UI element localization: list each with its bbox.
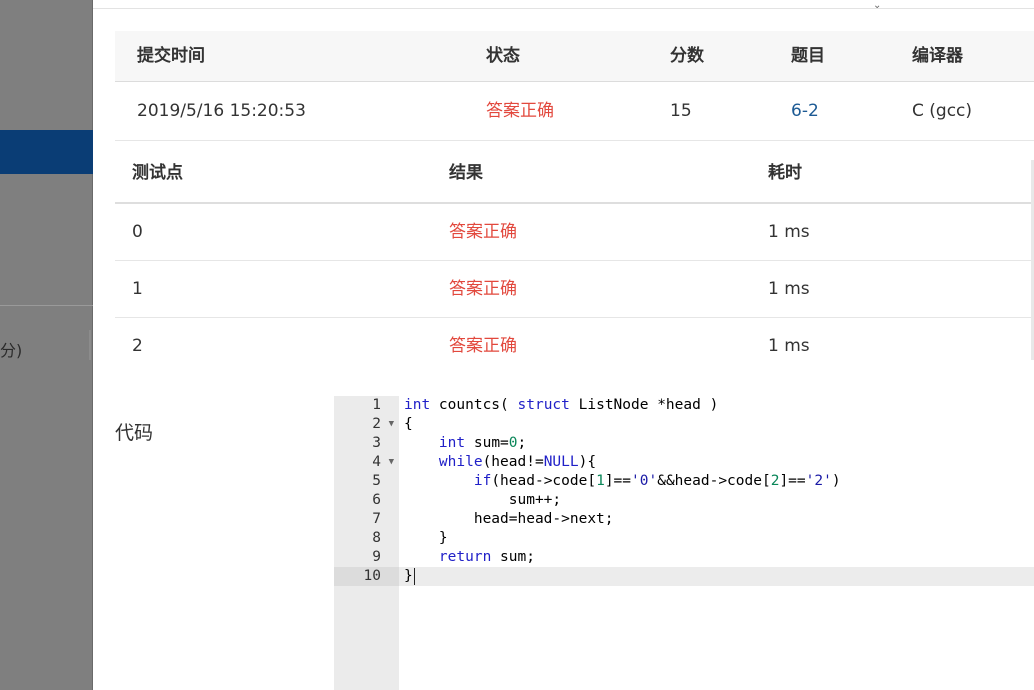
testcase-result: 答案正确 <box>449 222 517 242</box>
testcase-time: 1 ms <box>768 336 810 356</box>
submit-time: 2019/5/16 15:20:53 <box>137 101 306 121</box>
line-number: 5 <box>372 473 381 489</box>
testcase-time: 1 ms <box>768 279 810 299</box>
testcase-result: 答案正确 <box>449 279 517 299</box>
text-cursor <box>413 567 415 585</box>
header-time: 耗时 <box>768 163 802 183</box>
table-row: 2 答案正确 1 ms <box>115 318 1034 375</box>
sidebar-scroll-edge <box>89 330 91 360</box>
sidebar-active-item[interactable] <box>0 130 93 174</box>
line-number: 7 <box>372 511 381 527</box>
top-divider <box>93 8 1034 9</box>
sidebar-item-fragment[interactable]: 分) <box>0 337 22 361</box>
code-line[interactable]: 2 ▼ { <box>334 415 1034 434</box>
compiler: C (gcc) <box>912 101 973 121</box>
submission-table-header: 提交时间 状态 分数 题目 编译器 <box>115 31 1034 82</box>
code-line-active[interactable]: 10 } <box>334 567 1034 586</box>
table-row: 0 答案正确 1 ms <box>115 204 1034 261</box>
header-testcase: 测试点 <box>132 163 183 183</box>
testcase-id: 2 <box>132 336 143 356</box>
submission-row: 2019/5/16 15:20:53 答案正确 15 6-2 C (gcc) <box>115 82 1034 141</box>
header-score: 分数 <box>670 46 704 66</box>
top-caret-icon: ⌄ <box>873 0 882 11</box>
header-compiler: 编译器 <box>912 46 963 66</box>
code-line[interactable]: 1 int countcs( struct ListNode *head ) <box>334 396 1034 415</box>
line-number: 4 <box>372 454 381 470</box>
code-line[interactable]: 6 sum++; <box>334 491 1034 510</box>
line-number: 6 <box>372 492 381 508</box>
code-line[interactable]: 8 } <box>334 529 1034 548</box>
header-result: 结果 <box>449 163 483 183</box>
testcase-result: 答案正确 <box>449 336 517 356</box>
line-number: 2 <box>372 416 381 432</box>
line-number: 8 <box>372 530 381 546</box>
testcase-time: 1 ms <box>768 222 810 242</box>
testcase-table-header: 测试点 结果 耗时 <box>115 143 1034 204</box>
header-status: 状态 <box>486 46 520 66</box>
line-number: 3 <box>372 435 381 451</box>
line-number: 1 <box>372 397 381 413</box>
sidebar: 分) <box>0 0 93 690</box>
testcase-id: 0 <box>132 222 143 242</box>
status-badge: 答案正确 <box>486 101 554 121</box>
line-number: 10 <box>363 568 381 584</box>
fold-arrow-icon[interactable]: ▼ <box>389 415 394 434</box>
code-line[interactable]: 5 if(head->code[1]=='0'&&head->code[2]==… <box>334 472 1034 491</box>
score: 15 <box>670 101 692 121</box>
header-problem: 题目 <box>791 46 825 66</box>
code-line[interactable]: 7 head=head->next; <box>334 510 1034 529</box>
header-submit-time: 提交时间 <box>137 46 205 66</box>
code-line[interactable]: 9 return sum; <box>334 548 1034 567</box>
code-line[interactable]: 3 int sum=0; <box>334 434 1034 453</box>
line-number: 9 <box>372 549 381 565</box>
code-label: 代码 <box>115 422 154 444</box>
testcase-id: 1 <box>132 279 143 299</box>
code-line[interactable]: 4 ▼ while(head!=NULL){ <box>334 453 1034 472</box>
sidebar-divider <box>0 305 93 306</box>
problem-link[interactable]: 6-2 <box>791 82 819 141</box>
code-editor[interactable]: 1 int countcs( struct ListNode *head ) 2… <box>334 396 1034 690</box>
table-row: 1 答案正确 1 ms <box>115 261 1034 318</box>
fold-arrow-icon[interactable]: ▼ <box>389 453 394 472</box>
